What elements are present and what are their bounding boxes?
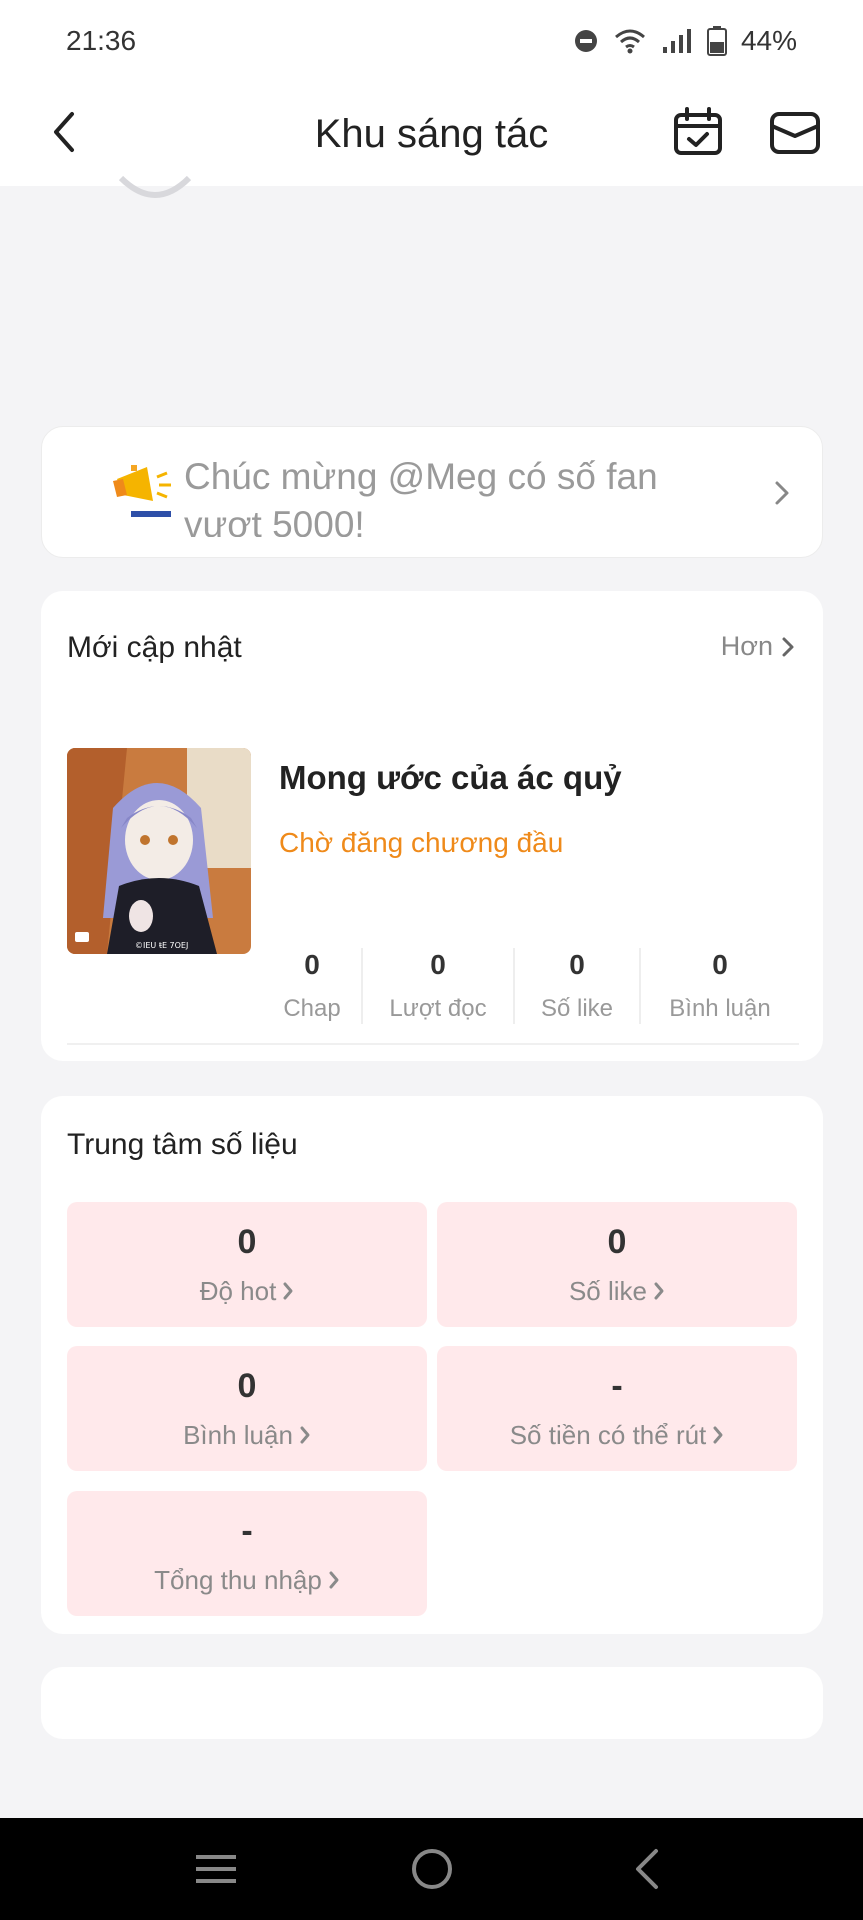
chevron-right-icon [782, 637, 794, 656]
section-title-data-center: Trung tâm số liệu [67, 1128, 298, 1161]
system-nav-bar [0, 1818, 863, 1920]
stat-value: 0 [712, 949, 728, 980]
stat-label: Chap [283, 995, 341, 1022]
signal-icon [662, 29, 691, 53]
battery-icon [706, 26, 727, 56]
stat-value: 0 [569, 949, 585, 980]
mail-button[interactable] [768, 106, 822, 158]
tile-value: 0 [237, 1222, 257, 1261]
empty-card [41, 1667, 823, 1739]
stat-label: Số like [540, 995, 614, 1022]
announcement-text: Chúc mừng @Meg có số fan vượt 5000! [184, 456, 658, 537]
app-bar: Khu sáng tác [0, 82, 863, 186]
battery-percent: 44% [740, 25, 797, 56]
stat-label: Lượt đọc [389, 995, 487, 1022]
chevron-right-icon [329, 1571, 339, 1589]
home-icon[interactable] [402, 1842, 462, 1896]
svg-text:©IEU ŧE 7OEJ: ©IEU ŧE 7OEJ [135, 941, 188, 950]
wifi-icon [614, 29, 645, 54]
tile-total-income[interactable]: - Tổng thu nhập [67, 1491, 427, 1616]
chevron-right-icon [654, 1282, 664, 1300]
data-center-card: Trung tâm số liệu 0 Độ hot 0 Số like 0 B… [41, 1096, 823, 1634]
work-title[interactable]: Mong ước của ác quỷ [279, 759, 622, 797]
status-bar: 21:36 44% [0, 0, 863, 82]
more-link[interactable]: Hơn [721, 631, 795, 662]
work-stats: 0 Chap 0 Lượt đọc 0 Số like 0 Bình luận [263, 946, 803, 1026]
stat-label: Bình luận [669, 995, 771, 1022]
stat-likes: 0 Số like [515, 946, 639, 1026]
calendar-button[interactable] [672, 106, 724, 158]
status-icons: 44% [573, 25, 797, 57]
tile-value: 0 [237, 1366, 257, 1405]
status-time: 21:36 [66, 25, 137, 56]
work-cover-image[interactable]: ©IEU ŧE 7OEJ [67, 748, 251, 954]
tile-likes[interactable]: 0 Số like [437, 1202, 797, 1327]
recent-apps-icon[interactable] [186, 1842, 246, 1896]
tile-label: Số tiền có thể rút [510, 1420, 725, 1451]
work-status: Chờ đăng chương đầu [279, 827, 564, 858]
back-button[interactable] [36, 104, 92, 160]
chevron-right-icon [713, 1426, 723, 1444]
tile-label: Số like [569, 1276, 665, 1307]
chevron-left-icon [54, 112, 74, 152]
tile-label: Tổng thu nhập [154, 1565, 340, 1596]
tile-value: - [611, 1366, 623, 1405]
page-title: Khu sáng tác [314, 111, 549, 156]
stat-comments: 0 Bình luận [641, 946, 799, 1026]
faded-banner-icon [118, 176, 192, 198]
section-title-recent: Mới cập nhật [67, 631, 242, 664]
mail-icon [770, 112, 820, 154]
tile-label: Độ hot [200, 1276, 295, 1307]
tile-label: Bình luận [183, 1420, 311, 1451]
tile-withdrawable[interactable]: - Số tiền có thể rút [437, 1346, 797, 1471]
megaphone-icon [113, 465, 171, 517]
tile-comments[interactable]: 0 Bình luận [67, 1346, 427, 1471]
tile-value: - [241, 1511, 253, 1550]
back-nav-icon[interactable] [618, 1842, 678, 1896]
calendar-check-icon [674, 107, 722, 155]
stat-chapters: 0 Chap [263, 946, 361, 1026]
divider [67, 1043, 799, 1045]
anime-character-illustration: ©IEU ŧE 7OEJ [67, 748, 251, 954]
chevron-right-icon [283, 1282, 293, 1300]
tile-hotness[interactable]: 0 Độ hot [67, 1202, 427, 1327]
stat-value: 0 [304, 949, 320, 980]
stat-reads: 0 Lượt đọc [363, 946, 513, 1026]
chevron-right-icon [775, 481, 789, 505]
announcement-card[interactable]: Chúc mừng @Meg có số fan vượt 5000! [41, 426, 823, 558]
tile-value: 0 [607, 1222, 627, 1261]
more-label: Hơn [720, 631, 773, 661]
chevron-right-icon [300, 1426, 310, 1444]
recent-updates-card: Mới cập nhật Hơn ©IEU ŧE 7OEJ Mong ước c… [41, 591, 823, 1061]
do-not-disturb-icon [574, 30, 597, 52]
stat-value: 0 [430, 949, 446, 980]
